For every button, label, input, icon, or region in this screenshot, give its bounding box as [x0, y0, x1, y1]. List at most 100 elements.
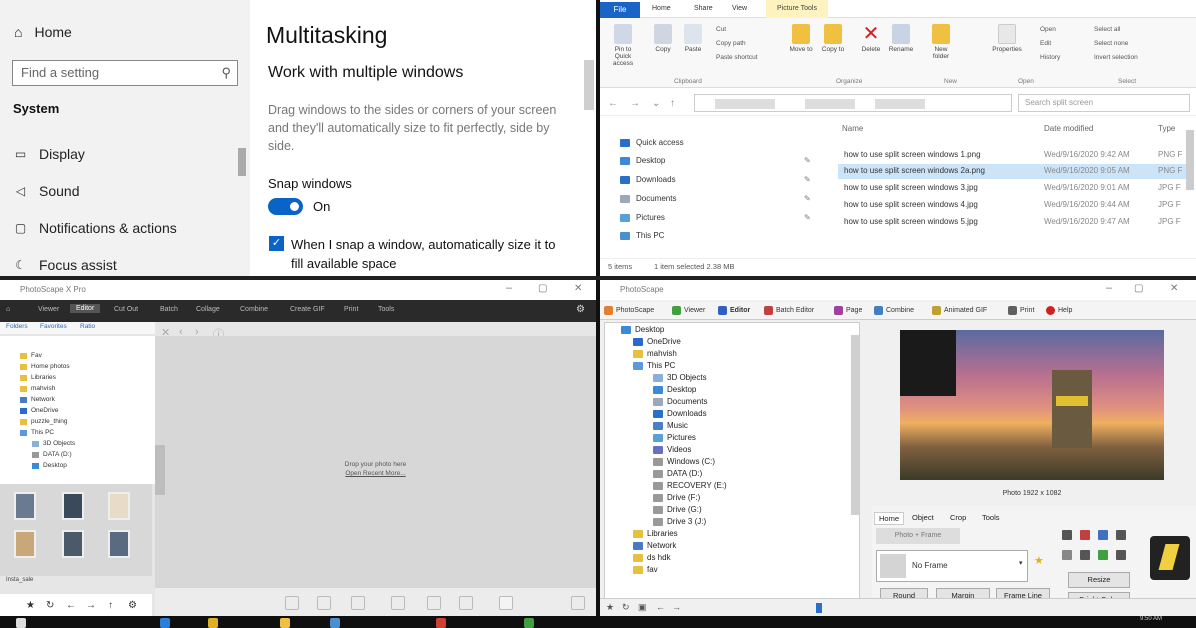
frame-select[interactable]: No Frame ▾ — [876, 550, 1028, 582]
taskbar-app-icon[interactable] — [330, 618, 340, 628]
tab-combine[interactable]: Combine — [874, 306, 914, 315]
tab-page[interactable]: Page — [834, 306, 862, 315]
tree-item[interactable]: This PC — [633, 361, 675, 370]
file-row[interactable]: how to use split screen windows 4.jpg Wed… — [838, 198, 1186, 213]
tree-item[interactable]: Desktop — [32, 462, 67, 469]
tool-icon[interactable] — [1116, 550, 1126, 560]
gear-icon[interactable]: ⚙ — [128, 600, 137, 611]
sidebar-item-sound[interactable]: ◁ Sound — [14, 183, 80, 199]
tool-icon[interactable] — [1098, 550, 1108, 560]
address-bar[interactable] — [694, 94, 1012, 112]
refresh-icon[interactable]: ↻ — [622, 602, 630, 613]
rotate-icon[interactable] — [391, 596, 405, 610]
file-row[interactable]: how to use split screen windows 1.png Wed… — [838, 148, 1186, 163]
tool-icon[interactable] — [1062, 550, 1072, 560]
tab-cut-out[interactable]: Cut Out — [114, 306, 138, 313]
gear-icon[interactable]: ⚙ — [576, 304, 585, 315]
tree-item[interactable]: 3D Objects — [653, 373, 707, 382]
tree-item[interactable]: This PC — [20, 429, 54, 436]
tab-create-gif[interactable]: Create GIF — [290, 306, 325, 313]
tool-icon[interactable] — [1116, 530, 1126, 540]
auto-size-checkbox[interactable]: ✓ — [269, 236, 284, 251]
tree-item[interactable]: mahvish — [633, 349, 677, 358]
forward-icon[interactable]: → — [630, 98, 640, 109]
star-icon[interactable]: ★ — [606, 602, 614, 613]
forward-icon[interactable]: → — [672, 602, 681, 612]
tab-tools[interactable]: Tools — [378, 306, 394, 313]
tab-collage[interactable]: Collage — [196, 306, 220, 313]
tab-animated-gif[interactable]: Animated GIF — [932, 306, 987, 315]
vertical-split-divider[interactable] — [596, 0, 600, 628]
tree-item[interactable]: Network — [20, 396, 55, 403]
back-icon[interactable]: ← — [66, 600, 76, 611]
subtab-favorites[interactable]: Favorites — [40, 323, 67, 330]
taskbar-app-icon[interactable] — [208, 618, 218, 628]
rename-button[interactable]: Rename — [886, 24, 916, 53]
tab-batch[interactable]: Batch — [160, 306, 178, 313]
nav-desktop[interactable]: Desktop — [620, 156, 665, 165]
sidebar-item-display[interactable]: ▭ Display — [14, 146, 85, 162]
copy-to-button[interactable]: Copy to — [818, 24, 848, 53]
tree-item[interactable]: Desktop — [621, 325, 664, 334]
up-icon[interactable]: ↑ — [670, 98, 675, 109]
drop-zone[interactable]: Drop your photo here Open Recent More... — [155, 460, 596, 478]
tree-item[interactable]: Drive (F:) — [653, 493, 700, 502]
horizontal-split-divider[interactable] — [0, 276, 1196, 280]
tab-photoscape[interactable]: PhotoScape — [604, 306, 654, 315]
paste-button[interactable]: Paste — [678, 24, 708, 53]
taskbar-app-icon[interactable] — [524, 618, 534, 628]
tree-item[interactable]: Documents — [653, 397, 707, 406]
nav-documents[interactable]: Documents — [620, 194, 676, 203]
copy-path-button[interactable]: Copy path — [716, 40, 746, 47]
thumbnail[interactable] — [14, 492, 36, 520]
tab-print[interactable]: Print — [344, 306, 358, 313]
properties-button[interactable]: Properties — [992, 24, 1022, 53]
folder-icon[interactable] — [280, 618, 290, 628]
up-icon[interactable]: ↑ — [108, 600, 113, 611]
photo-frame-button[interactable]: Photo + Frame — [876, 528, 960, 544]
delete-button[interactable]: ✕ Delete — [856, 24, 886, 53]
resize-button[interactable]: Resize — [1068, 572, 1130, 588]
close-icon[interactable]: ✕ — [1170, 283, 1178, 294]
tab-view[interactable]: View — [732, 5, 747, 12]
zoom-slider-thumb[interactable] — [816, 603, 822, 613]
new-folder-button[interactable]: New folder — [926, 24, 956, 60]
tree-item[interactable]: Music — [653, 421, 688, 430]
history-button[interactable]: History — [1040, 54, 1060, 61]
tool-icon[interactable] — [1098, 530, 1108, 540]
select-none-button[interactable]: Select none — [1094, 40, 1128, 47]
tab-share[interactable]: Share — [694, 5, 713, 12]
move-to-button[interactable]: Move to — [786, 24, 816, 53]
sidebar-item-notifications[interactable]: ▢ Notifications & actions — [14, 220, 177, 236]
tab-picture-tools[interactable]: Picture Tools — [766, 0, 828, 18]
tree-item[interactable]: Libraries — [633, 529, 678, 538]
pin-quick-access-button[interactable]: Pin to Quick access — [608, 24, 638, 67]
tree-item[interactable]: Fav — [20, 352, 42, 359]
tree-item[interactable]: OneDrive — [633, 337, 681, 346]
tab-editor[interactable]: Editor — [718, 306, 750, 315]
tab-edit-home[interactable]: Home — [874, 512, 905, 525]
tree-item[interactable]: Videos — [653, 445, 691, 454]
edit-button[interactable]: Edit — [1040, 40, 1051, 47]
tab-viewer[interactable]: Viewer — [38, 306, 59, 313]
tree-item[interactable]: 3D Objects — [32, 440, 75, 447]
nav-this-pc[interactable]: This PC — [620, 231, 664, 240]
minimize-icon[interactable]: – — [506, 282, 512, 294]
undo-icon[interactable] — [285, 596, 299, 610]
tree-item[interactable]: Drive (G:) — [653, 505, 702, 514]
tree-item[interactable]: Network — [633, 541, 676, 550]
back-icon[interactable]: ← — [656, 602, 665, 612]
file-row[interactable]: how to use split screen windows 3.jpg Wed… — [838, 181, 1186, 196]
tree-item[interactable]: RECOVERY (E:) — [653, 481, 727, 490]
main-scrollbar[interactable] — [584, 60, 594, 110]
tree-item[interactable]: Desktop — [653, 385, 696, 394]
taskbar-app-icon[interactable] — [160, 618, 170, 628]
tree-item[interactable]: Windows (C:) — [653, 457, 715, 466]
file-row[interactable]: how to use split screen windows 5.jpg Wed… — [838, 215, 1186, 229]
crop-icon[interactable] — [459, 596, 473, 610]
tree-item[interactable]: Home photos — [20, 363, 70, 370]
subtab-ratio[interactable]: Ratio — [80, 323, 95, 330]
tree-item[interactable]: OneDrive — [20, 407, 58, 414]
nav-quick-access[interactable]: Quick access — [620, 138, 684, 147]
tree-item[interactable]: DATA (D:) — [653, 469, 702, 478]
